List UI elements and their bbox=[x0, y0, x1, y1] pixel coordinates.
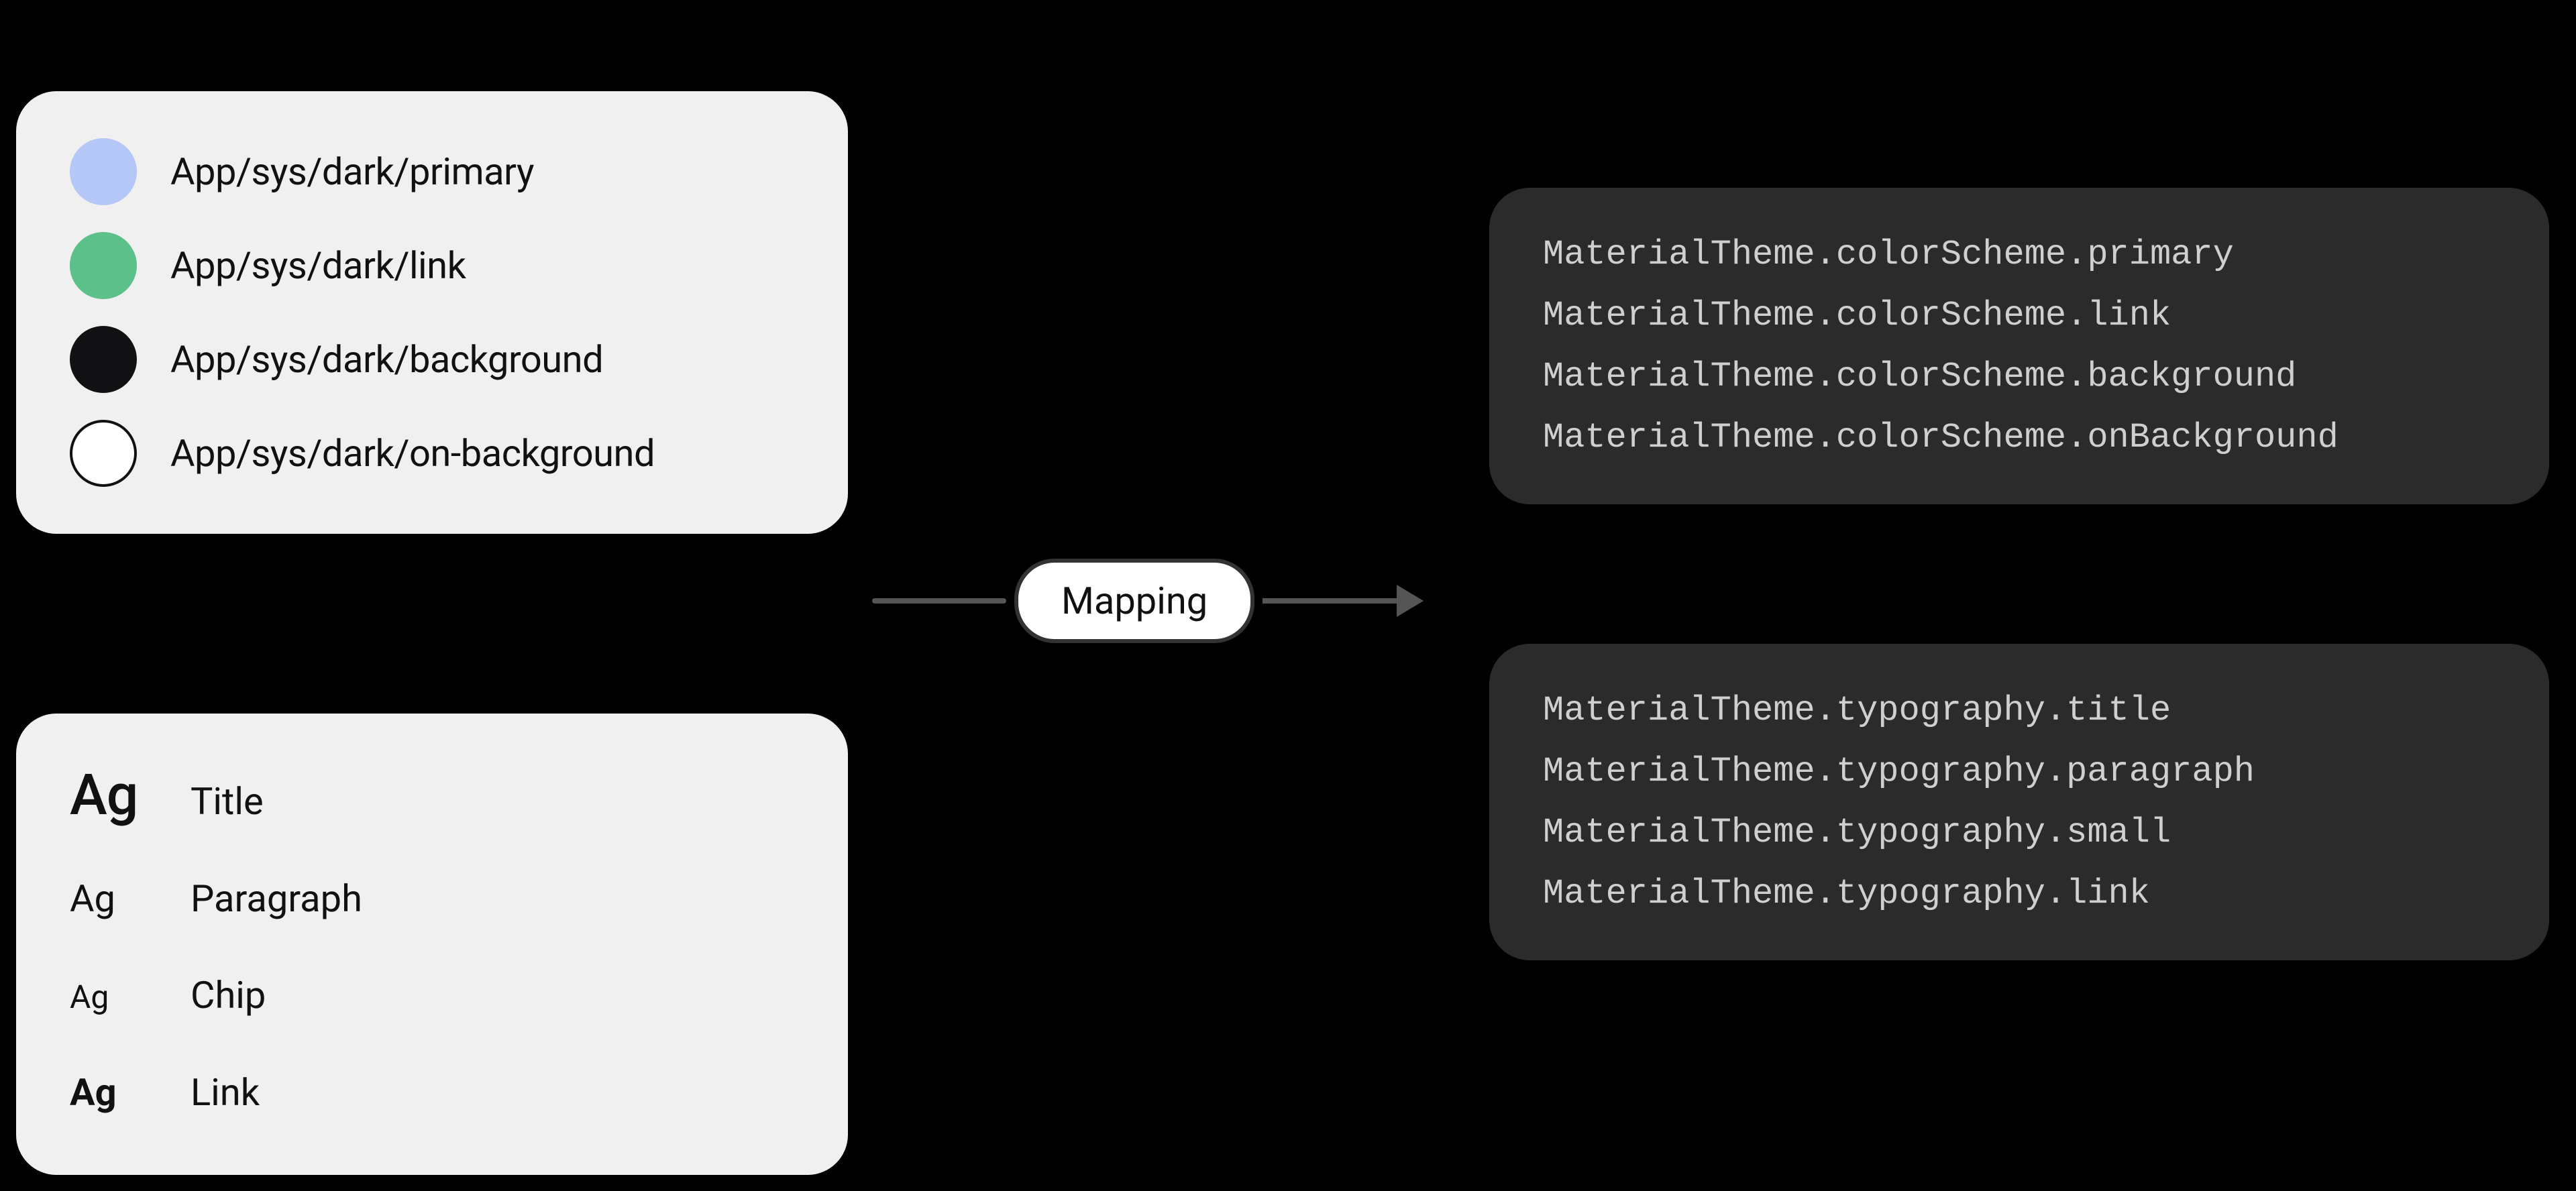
code-line-colorscheme: MaterialTheme.colorScheme.onBackground bbox=[1543, 418, 2496, 457]
color-swatch-icon bbox=[70, 420, 137, 487]
typography-token-row: Ag Link bbox=[70, 1070, 794, 1115]
code-line-typography: MaterialTheme.typography.paragraph bbox=[1543, 752, 2496, 791]
code-line-typography: MaterialTheme.typography.link bbox=[1543, 874, 2496, 913]
color-token-label: App/sys/dark/on-background bbox=[170, 431, 655, 475]
arrow-line-left bbox=[872, 598, 1006, 604]
typography-token-label: Link bbox=[191, 1070, 260, 1115]
code-colorscheme-card: MaterialTheme.colorScheme.primary Materia… bbox=[1489, 188, 2549, 504]
code-line-colorscheme: MaterialTheme.colorScheme.primary bbox=[1543, 235, 2496, 274]
color-token-row: App/sys/dark/on-background bbox=[70, 420, 794, 487]
typography-sample: Ag bbox=[70, 981, 150, 1013]
code-line-typography: MaterialTheme.typography.title bbox=[1543, 691, 2496, 730]
design-tokens-typography-card: Ag Title Ag Paragraph Ag Chip Ag Link bbox=[16, 714, 848, 1175]
typography-token-label: Chip bbox=[191, 973, 266, 1017]
code-line-colorscheme: MaterialTheme.colorScheme.link bbox=[1543, 296, 2496, 335]
code-typography-card: MaterialTheme.typography.title MaterialTh… bbox=[1489, 644, 2549, 960]
typography-token-row: Ag Title bbox=[70, 767, 794, 824]
color-token-label: App/sys/dark/background bbox=[170, 337, 603, 382]
typography-token-row: Ag Paragraph bbox=[70, 876, 794, 921]
typography-token-label: Title bbox=[191, 779, 264, 824]
color-token-row: App/sys/dark/link bbox=[70, 232, 794, 299]
arrow-head-icon bbox=[1397, 585, 1424, 617]
color-swatch-icon bbox=[70, 232, 137, 299]
color-token-label: App/sys/dark/primary bbox=[170, 150, 534, 194]
typography-token-row: Ag Chip bbox=[70, 973, 794, 1017]
arrow-line-right bbox=[1263, 598, 1397, 604]
code-line-typography: MaterialTheme.typography.small bbox=[1543, 813, 2496, 852]
color-swatch-icon bbox=[70, 326, 137, 393]
design-tokens-colors-card: App/sys/dark/primary App/sys/dark/link App… bbox=[16, 91, 848, 534]
mapping-pill: Mapping bbox=[1014, 559, 1254, 643]
color-token-label: App/sys/dark/link bbox=[170, 243, 466, 288]
typography-token-label: Paragraph bbox=[191, 876, 362, 921]
color-token-row: App/sys/dark/primary bbox=[70, 138, 794, 205]
code-line-colorscheme: MaterialTheme.colorScheme.background bbox=[1543, 357, 2496, 396]
typography-sample: Ag bbox=[70, 1074, 150, 1111]
color-token-row: App/sys/dark/background bbox=[70, 326, 794, 393]
mapping-arrow-group: Mapping bbox=[872, 574, 1456, 628]
color-swatch-icon bbox=[70, 138, 137, 205]
typography-sample: Ag bbox=[70, 767, 150, 824]
typography-sample: Ag bbox=[70, 880, 150, 917]
